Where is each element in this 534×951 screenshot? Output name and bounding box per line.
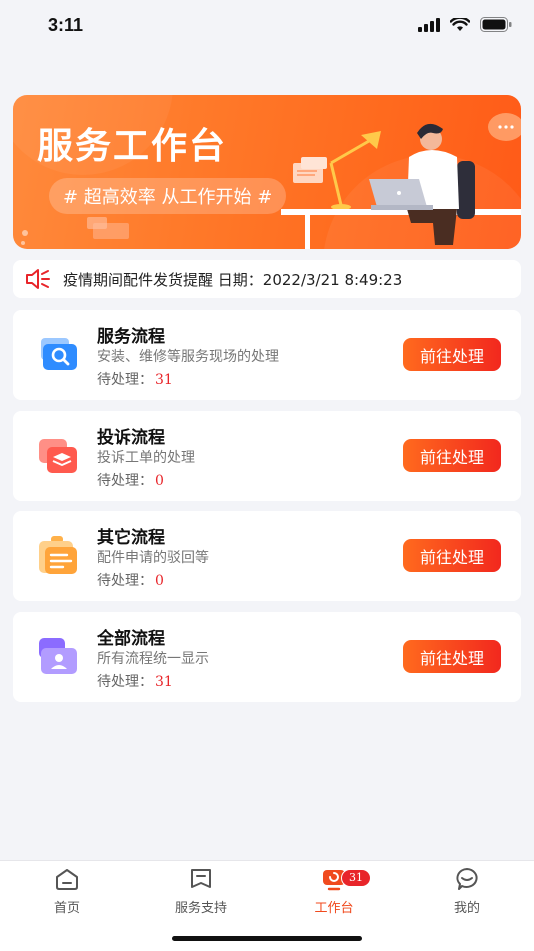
notification-badge: 31 bbox=[341, 869, 371, 887]
pending-label: 待处理： bbox=[97, 372, 153, 388]
go-process-button[interactable]: 前往处理 bbox=[403, 539, 501, 572]
card-title: 其它流程 bbox=[97, 528, 165, 548]
card-description: 安装、维修等服务现场的处理 bbox=[97, 349, 279, 365]
card-other-process[interactable]: 其它流程 配件申请的驳回等 待处理： 0 前往处理 bbox=[13, 511, 521, 601]
pending-count-row: 待处理： 31 bbox=[97, 369, 173, 389]
notice-text: 疫情期间配件发货提醒 日期：2022/3/21 8:49:23 bbox=[63, 270, 403, 289]
go-process-button[interactable]: 前往处理 bbox=[403, 439, 501, 472]
pending-count-row: 待处理： 31 bbox=[97, 671, 173, 691]
chat-face-icon bbox=[456, 868, 478, 890]
tab-label: 工作台 bbox=[314, 901, 354, 916]
pending-count: 31 bbox=[155, 372, 173, 388]
status-time: 3:11 bbox=[48, 15, 84, 35]
tab-label: 首页 bbox=[53, 901, 80, 916]
card-description: 配件申请的驳回等 bbox=[97, 550, 209, 566]
card-title: 全部流程 bbox=[97, 629, 165, 649]
status-bar: 3:11 bbox=[0, 0, 534, 54]
bookmark-icon bbox=[191, 869, 211, 888]
status-icons bbox=[418, 17, 512, 32]
pending-count: 0 bbox=[155, 573, 164, 589]
card-service-process[interactable]: 服务流程 安装、维修等服务现场的处理 待处理： 31 前往处理 bbox=[13, 310, 521, 400]
megaphone-icon bbox=[26, 269, 50, 289]
tab-mine[interactable]: 我的 bbox=[412, 867, 522, 916]
magnifier-folder-icon bbox=[41, 338, 77, 370]
tab-workbench[interactable]: 31 工作台 bbox=[279, 867, 389, 916]
tab-service-support[interactable]: 服务支持 bbox=[146, 867, 256, 916]
pending-label: 待处理： bbox=[97, 573, 153, 589]
pending-count-row: 待处理： 0 bbox=[97, 470, 164, 490]
go-process-button[interactable]: 前往处理 bbox=[403, 640, 501, 673]
home-indicator[interactable] bbox=[172, 936, 362, 941]
pending-label: 待处理： bbox=[97, 674, 153, 690]
card-description: 投诉工单的处理 bbox=[97, 450, 195, 466]
go-process-button[interactable]: 前往处理 bbox=[403, 338, 501, 371]
tab-home[interactable]: 首页 bbox=[12, 867, 122, 916]
card-title: 投诉流程 bbox=[97, 428, 165, 448]
pending-label: 待处理： bbox=[97, 473, 153, 489]
tab-label: 我的 bbox=[453, 901, 480, 916]
pending-count: 0 bbox=[155, 473, 164, 489]
office-worker-illustration bbox=[281, 113, 521, 249]
layers-icon bbox=[39, 439, 77, 473]
banner-slogan: # 超高效率 从工作开始 # bbox=[49, 178, 287, 214]
tab-label: 服务支持 bbox=[174, 901, 227, 916]
card-complaint-process[interactable]: 投诉流程 投诉工单的处理 待处理： 0 前往处理 bbox=[13, 411, 521, 501]
card-all-process[interactable]: 全部流程 所有流程统一显示 待处理： 31 前往处理 bbox=[13, 612, 521, 702]
card-description: 所有流程统一显示 bbox=[97, 651, 209, 667]
pending-count-row: 待处理： 0 bbox=[97, 570, 164, 590]
wifi-icon bbox=[450, 17, 470, 31]
home-icon bbox=[56, 869, 78, 890]
card-title: 服务流程 bbox=[97, 327, 165, 347]
id-card-icon bbox=[39, 638, 77, 674]
battery-icon bbox=[480, 17, 512, 32]
pending-count: 31 bbox=[155, 674, 173, 690]
clipboard-icon bbox=[39, 536, 77, 574]
notice-bar[interactable]: 疫情期间配件发货提醒 日期：2022/3/21 8:49:23 bbox=[13, 260, 521, 298]
banner-title: 服务工作台 bbox=[37, 126, 228, 167]
cellular-signal-icon bbox=[418, 17, 440, 32]
banner[interactable]: 服务工作台 # 超高效率 从工作开始 # bbox=[13, 95, 521, 249]
